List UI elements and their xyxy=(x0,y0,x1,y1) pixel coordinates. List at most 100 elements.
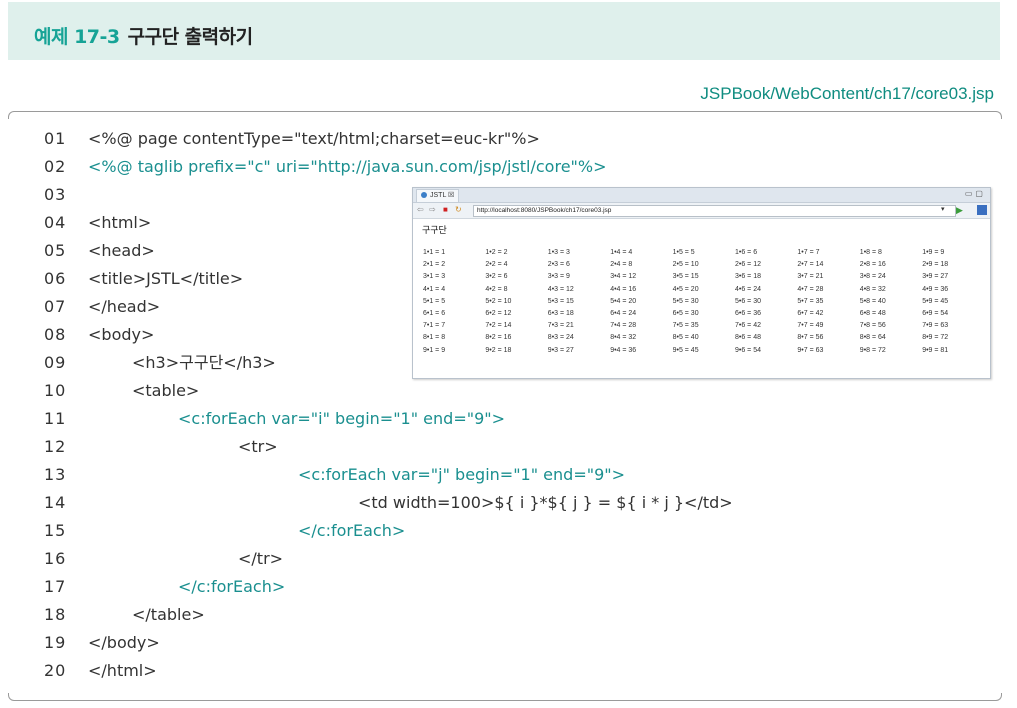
table-cell: 2•7 = 14 xyxy=(797,261,824,269)
code-text: <title>JSTL</title> xyxy=(88,269,244,288)
table-cell: 8•8 = 64 xyxy=(859,334,886,342)
table-cell: 5•8 = 40 xyxy=(859,297,886,305)
forward-arrow-icon[interactable]: ⇨ xyxy=(429,205,436,215)
table-cell: 5•7 = 35 xyxy=(797,297,824,305)
url-input[interactable]: http://localhost:8080/JSPBook/ch17/core0… xyxy=(473,205,956,217)
table-cell: 5•1 = 5 xyxy=(423,297,446,305)
line-number: 05 xyxy=(44,241,67,260)
table-cell: 8•1 = 8 xyxy=(423,334,446,342)
table-cell: 9•1 = 9 xyxy=(423,346,446,354)
table-cell: 5•4 = 20 xyxy=(610,297,637,305)
table-cell: 4•7 = 28 xyxy=(797,285,824,293)
code-text: <td width=100>${ i }*${ j } = ${ i * j }… xyxy=(358,493,733,512)
table-cell: 1•9 = 9 xyxy=(922,249,945,256)
table-cell: 8•9 = 72 xyxy=(922,334,949,342)
table-cell: 2•2 = 4 xyxy=(485,261,508,269)
table-cell: 2•5 = 10 xyxy=(672,261,699,269)
code-text: </c:forEach> xyxy=(178,577,286,596)
table-cell: 5•5 = 30 xyxy=(672,297,699,305)
table-cell: 1•4 = 4 xyxy=(610,249,633,256)
table-cell: 2•6 = 12 xyxy=(735,261,762,269)
example-title-text: 구구단 출력하기 xyxy=(127,26,253,48)
browser-window: JSTL ☒ ▭▢ ⇦ ⇨ ■ ↻ http://localhost:8080/… xyxy=(412,187,991,379)
code-text: </body> xyxy=(88,633,160,652)
url-dropdown-icon[interactable]: ▾ xyxy=(941,205,945,215)
code-text: <table> xyxy=(132,381,200,400)
table-cell: 7•2 = 14 xyxy=(485,322,512,330)
code-text: <%@ page contentType="text/html;charset=… xyxy=(88,129,540,148)
browser-tab-bar: JSTL ☒ ▭▢ xyxy=(413,188,990,203)
code-text: </table> xyxy=(132,605,205,624)
table-cell: 1•2 = 2 xyxy=(485,249,508,256)
table-cell: 4•3 = 12 xyxy=(547,285,574,293)
table-cell: 6•5 = 30 xyxy=(672,310,699,317)
line-number: 20 xyxy=(44,661,67,680)
line-number: 04 xyxy=(44,213,67,232)
example-header: 예제 17-3 구구단 출력하기 xyxy=(8,2,1000,60)
table-cell: 5•6 = 30 xyxy=(735,297,762,305)
code-text: <%@ taglib prefix="c" uri="http://java.s… xyxy=(88,157,607,176)
table-cell: 9•2 = 18 xyxy=(485,346,512,354)
table-cell: 3•2 = 6 xyxy=(485,273,508,281)
window-controls[interactable]: ▭▢ xyxy=(965,189,986,198)
table-cell: 9•5 = 45 xyxy=(672,346,699,354)
table-cell: 1•5 = 5 xyxy=(672,249,695,256)
table-cell: 8•4 = 32 xyxy=(610,334,637,342)
line-number: 15 xyxy=(44,521,67,540)
line-number: 11 xyxy=(44,409,67,428)
table-cell: 9•4 = 36 xyxy=(610,346,637,354)
table-cell: 1•6 = 6 xyxy=(735,249,758,256)
code-text: </html> xyxy=(88,661,157,680)
table-cell: 6•6 = 36 xyxy=(735,310,762,317)
table-cell: 3•5 = 15 xyxy=(672,273,699,281)
table-cell: 5•9 = 45 xyxy=(922,297,949,305)
line-number: 17 xyxy=(44,577,67,596)
line-number: 16 xyxy=(44,549,67,568)
table-cell: 6•3 = 18 xyxy=(547,310,574,317)
code-text: </tr> xyxy=(238,549,284,568)
table-cell: 9•9 = 81 xyxy=(922,346,949,354)
line-number: 06 xyxy=(44,269,67,288)
table-cell: 8•3 = 24 xyxy=(547,334,574,342)
table-cell: 8•6 = 48 xyxy=(735,334,762,342)
browser-nav-bar: ⇦ ⇨ ■ ↻ http://localhost:8080/JSPBook/ch… xyxy=(413,203,990,219)
table-cell: 9•7 = 63 xyxy=(797,346,824,354)
table-cell: 5•2 = 10 xyxy=(485,297,512,305)
frame-top-border xyxy=(8,111,1002,119)
line-number: 14 xyxy=(44,493,67,512)
table-cell: 2•8 = 16 xyxy=(859,261,886,269)
table-cell: 6•8 = 48 xyxy=(859,310,886,317)
code-text: <c:forEach var="j" begin="1" end="9"> xyxy=(298,465,626,484)
extension-icon[interactable] xyxy=(977,205,987,215)
file-path: JSPBook/WebContent/ch17/core03.jsp xyxy=(700,84,994,103)
table-cell: 2•9 = 18 xyxy=(922,261,949,269)
stop-icon[interactable]: ■ xyxy=(443,205,448,215)
line-number: 13 xyxy=(44,465,67,484)
go-icon[interactable]: ▶ xyxy=(956,205,963,215)
table-cell: 8•7 = 56 xyxy=(797,334,824,342)
code-text: <head> xyxy=(88,241,155,260)
table-cell: 7•1 = 7 xyxy=(423,322,446,330)
back-arrow-icon[interactable]: ⇦ xyxy=(417,205,424,215)
example-title: 예제 17-3 구구단 출력하기 xyxy=(34,22,253,49)
table-cell: 3•8 = 24 xyxy=(859,273,886,281)
table-cell: 3•3 = 9 xyxy=(547,273,570,281)
table-cell: 3•7 = 21 xyxy=(797,273,824,281)
table-cell: 1•8 = 8 xyxy=(859,249,882,256)
table-cell: 2•3 = 6 xyxy=(547,261,570,269)
table-cell: 3•9 = 27 xyxy=(922,273,949,281)
table-cell: 4•5 = 20 xyxy=(672,285,699,293)
globe-icon xyxy=(421,192,427,198)
code-text: <html> xyxy=(88,213,152,232)
line-number: 19 xyxy=(44,633,67,652)
refresh-icon[interactable]: ↻ xyxy=(455,205,462,215)
table-cell: 4•8 = 32 xyxy=(859,285,886,293)
table-cell: 4•4 = 16 xyxy=(610,285,637,293)
browser-tab[interactable]: JSTL ☒ xyxy=(416,189,460,202)
table-cell: 2•1 = 2 xyxy=(423,261,446,269)
table-cell: 7•5 = 35 xyxy=(672,322,699,330)
table-cell: 6•2 = 12 xyxy=(485,310,512,317)
table-cell: 7•4 = 28 xyxy=(610,322,637,330)
table-cell: 8•2 = 16 xyxy=(485,334,512,342)
code-text: </c:forEach> xyxy=(298,521,406,540)
